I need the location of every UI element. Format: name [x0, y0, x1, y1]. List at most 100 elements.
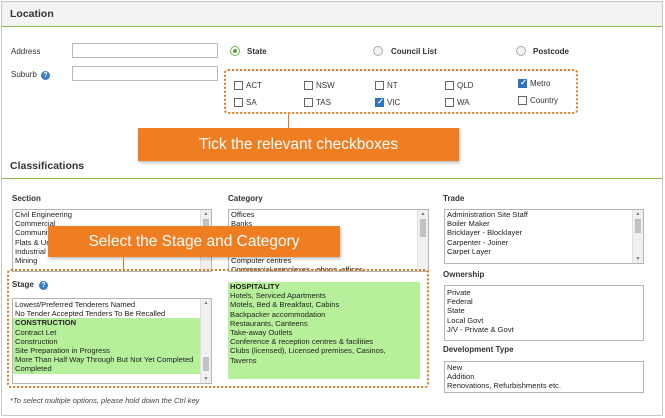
list-option[interactable]: J/V - Private & Govt: [445, 325, 632, 334]
checkbox-qld-box[interactable]: [445, 81, 454, 90]
checkbox-qld[interactable]: QLD: [445, 81, 473, 90]
stage-label: Stage: [12, 280, 34, 289]
list-option[interactable]: Clubs (licensed), Licensed premises, Cas…: [228, 346, 420, 356]
multi-select-hint: *To select multiple options, please hold…: [10, 396, 200, 405]
stage-category-callout: Select the Stage and Category: [48, 226, 340, 257]
checkbox-nsw-box[interactable]: [304, 81, 313, 90]
list-option[interactable]: Mining: [13, 256, 200, 265]
list-option[interactable]: Lowest/Preferred Tenderers Named: [13, 300, 200, 309]
option-group-header[interactable]: CONSTRUCTION: [13, 318, 200, 328]
trade-scroll-thumb[interactable]: [635, 219, 641, 233]
checkbox-nsw[interactable]: NSW: [304, 81, 335, 90]
checkbox-nt-box[interactable]: [375, 81, 384, 90]
list-option[interactable]: Take-away Outlets: [228, 328, 420, 338]
scroll-up-icon[interactable]: ▲: [418, 210, 428, 218]
list-option[interactable]: Local Govt: [445, 316, 632, 325]
list-option[interactable]: Federal: [445, 297, 632, 306]
scroll-down-icon[interactable]: ▼: [633, 255, 643, 263]
checkbox-nsw-label: NSW: [316, 81, 335, 90]
council-list-radio[interactable]: [373, 46, 383, 56]
council-list-radio-label: Council List: [391, 47, 437, 56]
state-radio[interactable]: [230, 46, 240, 56]
stage-scrollbar[interactable]: ▲ ▼: [200, 299, 211, 383]
category-scrollbar[interactable]: ▲: [417, 210, 428, 271]
list-option[interactable]: Contract Let: [13, 327, 200, 337]
scroll-down-icon[interactable]: ▼: [201, 375, 211, 383]
list-option[interactable]: State: [445, 306, 632, 315]
list-option[interactable]: Civil Engineering: [13, 210, 200, 219]
suburb-help-icon[interactable]: ?: [41, 71, 50, 80]
state-checkbox-highlight: [224, 69, 578, 114]
checkbox-nt[interactable]: NT: [375, 81, 398, 90]
list-option[interactable]: Private: [445, 288, 632, 297]
checkbox-tas[interactable]: TAS: [304, 98, 331, 107]
checkbox-act-box[interactable]: [234, 81, 243, 90]
list-option[interactable]: Administration Site Staff: [445, 210, 632, 219]
postcode-radio[interactable]: [516, 46, 526, 56]
checkbox-wa[interactable]: WA: [445, 98, 470, 107]
list-option[interactable]: Construction: [13, 336, 200, 347]
list-option[interactable]: Taverns: [228, 355, 420, 365]
checkbox-vic-label: VIC: [387, 98, 401, 107]
option-group-header[interactable]: HOSPITALITY: [228, 282, 420, 292]
postcode-radio-label: Postcode: [533, 47, 570, 56]
location-form-panel: Location Address Suburb ? State Council …: [1, 1, 663, 416]
list-option[interactable]: More Than Half Way Through But Not Yet C…: [13, 355, 200, 365]
checkbox-country[interactable]: Country: [518, 96, 558, 105]
list-option[interactable]: Computer centres: [229, 256, 417, 265]
list-option[interactable]: Renovations, Refurbishments etc.: [445, 381, 632, 390]
checkbox-vic[interactable]: VIC: [375, 97, 401, 107]
checkbox-metro[interactable]: Metro: [518, 78, 550, 88]
category-scroll-thumb[interactable]: [420, 219, 426, 237]
list-option[interactable]: Carpet Layer: [445, 247, 632, 256]
trade-listbox[interactable]: Administration Site Staff Boiler Maker Bri…: [444, 209, 644, 264]
checkbox-sa-label: SA: [246, 98, 257, 107]
location-title: Location: [10, 8, 54, 20]
list-option[interactable]: Bricklayer - Blocklayer: [445, 228, 632, 237]
checkbox-vic-box[interactable]: [375, 97, 385, 107]
list-option[interactable]: Motels, Bed & Breakfast, Cabins: [228, 300, 420, 310]
checkbox-wa-label: WA: [457, 98, 470, 107]
development-type-list: New Addition Renovations, Refurbishments e…: [445, 363, 632, 392]
list-option[interactable]: Backpacker accommodation: [228, 309, 420, 319]
checkbox-sa[interactable]: SA: [234, 98, 257, 107]
stage-help-icon[interactable]: ?: [39, 281, 48, 290]
checkbox-tas-box[interactable]: [304, 98, 313, 107]
list-option[interactable]: Conference & reception centres & facilit…: [228, 337, 420, 347]
address-label: Address: [11, 47, 41, 56]
scroll-up-icon[interactable]: ▲: [201, 299, 211, 307]
stage-scroll-thumb[interactable]: [203, 357, 209, 371]
list-option[interactable]: Restaurants, Canteens: [228, 318, 420, 329]
list-option[interactable]: New: [445, 363, 632, 372]
list-option[interactable]: Hotels, Serviced Apartments: [228, 291, 420, 301]
list-option[interactable]: Carpenter - Joiner: [445, 238, 632, 247]
classifications-header: Classifications: [2, 154, 662, 179]
classifications-title: Classifications: [10, 160, 85, 172]
development-type-listbox[interactable]: New Addition Renovations, Refurbishments e…: [444, 361, 644, 393]
checkbox-act-label: ACT: [246, 81, 262, 90]
list-option[interactable]: Offices: [229, 210, 417, 219]
checkbox-metro-box[interactable]: [518, 78, 528, 88]
checkbox-sa-box[interactable]: [234, 98, 243, 107]
ownership-listbox[interactable]: Private Federal State Local Govt J/V - Priva…: [444, 285, 644, 341]
checkbox-country-box[interactable]: [518, 96, 527, 105]
trade-label: Trade: [443, 194, 465, 203]
scroll-up-icon[interactable]: ▲: [633, 210, 643, 218]
address-input[interactable]: [72, 43, 218, 58]
checkbox-act[interactable]: ACT: [234, 81, 262, 90]
checkbox-tas-label: TAS: [316, 98, 331, 107]
checkbox-wa-box[interactable]: [445, 98, 454, 107]
suburb-label: Suburb: [11, 70, 37, 79]
stage-listbox[interactable]: Lowest/Preferred Tenderers Named No Tende…: [12, 298, 212, 384]
list-option[interactable]: No Tender Accepted Tenders To Be Recalle…: [13, 309, 200, 318]
suburb-input[interactable]: [72, 66, 218, 81]
list-option[interactable]: Site Preparation in Progress: [13, 346, 200, 356]
scroll-up-icon[interactable]: ▲: [201, 210, 211, 218]
list-option[interactable]: Completed: [13, 364, 200, 374]
list-option[interactable]: Addition: [445, 372, 632, 381]
hospitality-listbox[interactable]: HOSPITALITY Hotels, Serviced Apartments Mo…: [228, 282, 420, 379]
ownership-label: Ownership: [443, 270, 485, 279]
category-label: Category: [228, 194, 263, 203]
trade-scrollbar[interactable]: ▲ ▼: [632, 210, 643, 263]
list-option[interactable]: Boiler Maker: [445, 219, 632, 228]
